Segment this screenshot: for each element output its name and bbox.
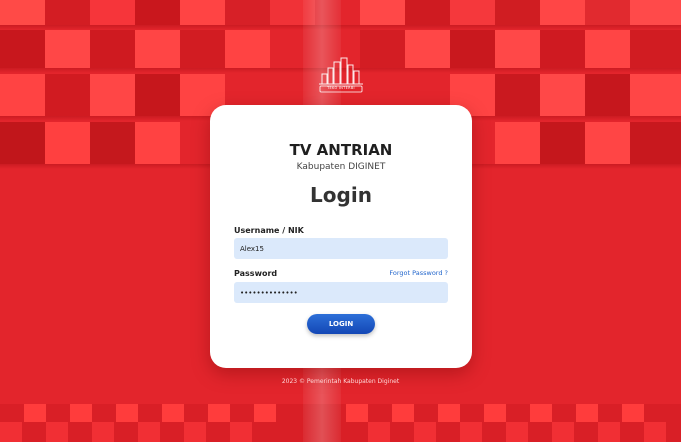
username-input[interactable] [234, 238, 448, 259]
footer-copyright: 2023 © Pemerintah Kabupaten Diginet [281, 378, 400, 385]
forgot-password-link[interactable]: Forgot Password ? [389, 269, 448, 277]
username-label: Username / NIK [234, 226, 304, 235]
password-input[interactable] [234, 282, 448, 303]
login-button[interactable]: LOGIN [307, 314, 375, 334]
app-title: TV ANTRIAN [289, 141, 393, 159]
logo-text: TEKO INTERBI [327, 86, 355, 90]
password-label: Password [234, 269, 278, 278]
login-card: TV ANTRIAN Kabupaten DIGINET Login Usern… [210, 105, 472, 368]
login-heading: Login [310, 183, 372, 207]
app-subtitle: Kabupaten DIGINET [296, 162, 386, 172]
